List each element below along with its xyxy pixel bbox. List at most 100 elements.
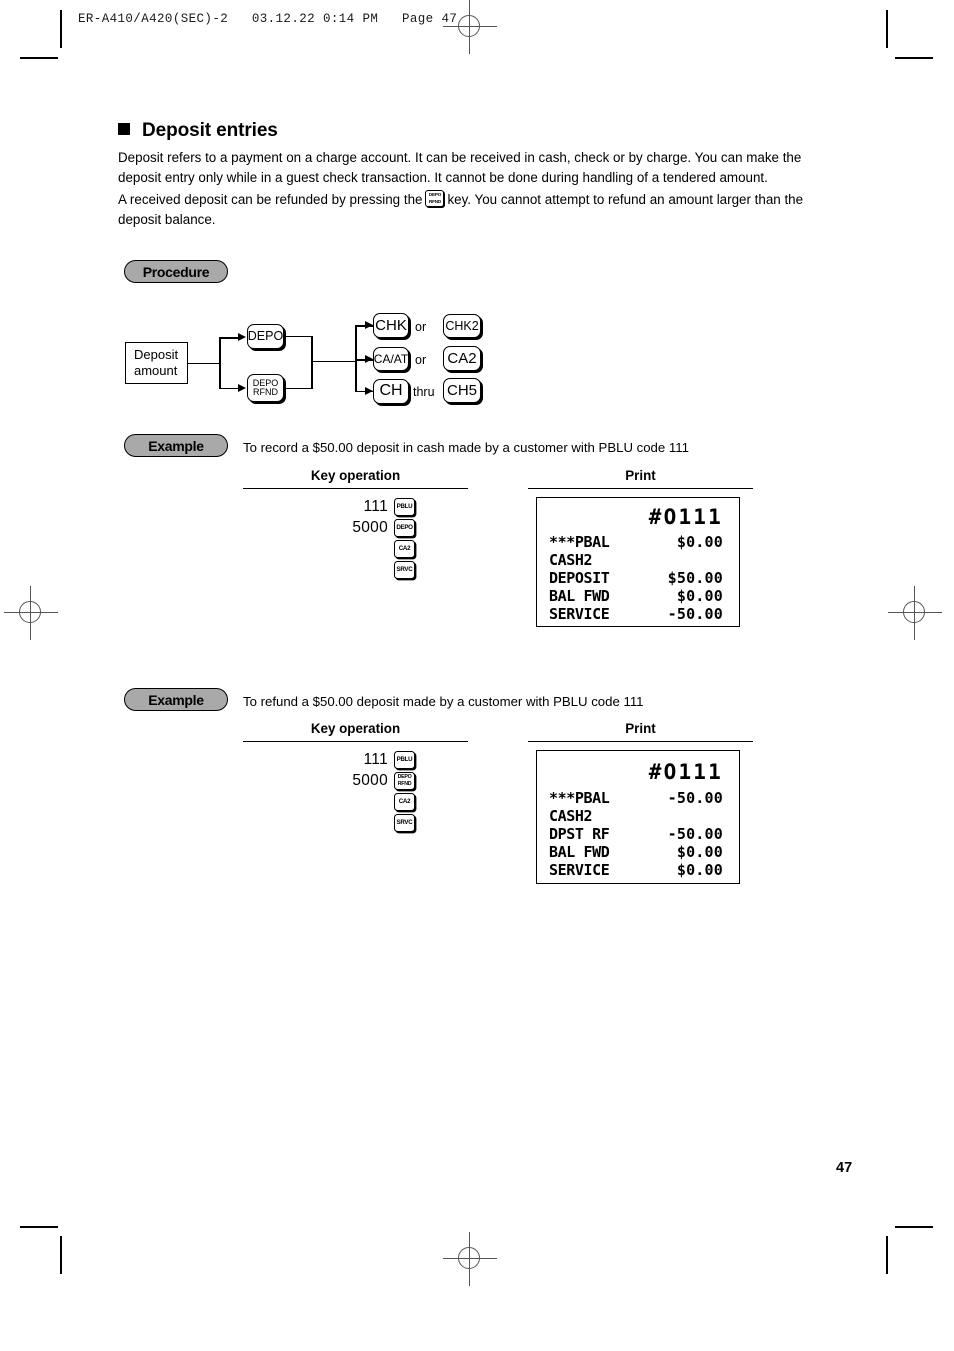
- example-1-key-operation-header: Key operation: [310, 468, 401, 483]
- flow-connector-to-depo: [219, 337, 239, 339]
- crop-mark-bottom-left-horizontal: [20, 1226, 58, 1228]
- flow-key-ca-at: CA/AT: [373, 347, 409, 371]
- flow-connector-to-depo-rfnd: [219, 387, 239, 390]
- example-1-receipt: #O111 ***PBAL $0.00 CASH2 DEPOSIT $50.00…: [536, 497, 740, 627]
- example-1-key-operation-list: 111 PBLU 5000 DEPO CA2 SRVC: [330, 496, 415, 580]
- pblu-key-icon: PBLU: [394, 497, 415, 516]
- srvc-key-icon: SRVC: [394, 560, 415, 579]
- key-operation-row: SRVC: [330, 812, 415, 833]
- page-title-text: Deposit entries: [142, 120, 278, 141]
- example-1-print-header: Print: [625, 468, 656, 483]
- flow-connector-start: [188, 362, 220, 365]
- example-2-badge: Example: [124, 688, 228, 711]
- flow-key-chk2-label: CHK2: [445, 318, 479, 333]
- receipt-line-label: SERVICE: [549, 605, 610, 623]
- flow-start-line2: amount: [134, 363, 178, 378]
- flow-arrow-to-depo-rfnd: [238, 383, 246, 392]
- intro-text: Deposit refers to a payment on a charge …: [118, 148, 840, 229]
- receipt-line-label: ***PBAL: [549, 789, 610, 807]
- receipt-header: #O111: [648, 505, 723, 529]
- srvc-key-line1: SRVC: [396, 819, 413, 826]
- key-operation-row: 5000 DEPO: [330, 517, 415, 538]
- receipt-line: SERVICE $0.00: [537, 861, 739, 882]
- flow-connector-depo-rfnd-out: [286, 387, 312, 390]
- flow-key-ca-at-label: CA/AT: [373, 351, 409, 366]
- example-2-caption: To refund a $50.00 deposit made by a cus…: [243, 694, 644, 709]
- example-2-key-operation-header: Key operation: [310, 721, 401, 736]
- registration-mark-left: [4, 586, 58, 640]
- ca2-key-line1: CA2: [398, 545, 411, 552]
- crop-mark-top-right-horizontal: [895, 57, 933, 59]
- flow-word-thru: thru: [413, 385, 435, 399]
- ca2-key-line1: CA2: [398, 798, 411, 805]
- flow-key-ca2: CA2: [443, 346, 481, 371]
- flow-start-box: Deposit amount: [125, 342, 188, 384]
- receipt-line-label: SERVICE: [549, 861, 610, 879]
- flow-key-chk: CHK: [373, 313, 409, 338]
- flow-arrow-branch-1: [365, 321, 373, 330]
- receipt-line-label: BAL FWD: [549, 843, 610, 861]
- depo-rfnd-key-line2: RFND: [428, 199, 441, 205]
- receipt-line-amount: $0.00: [676, 843, 723, 861]
- flow-word-or-2: or: [415, 353, 427, 367]
- flow-key-chk-label: CHK: [375, 316, 407, 334]
- example-1-key-operation-rule: [243, 488, 468, 490]
- receipt-line-amount: $0.00: [676, 861, 723, 879]
- example-2-print-rule: [528, 741, 753, 743]
- depo-key-line1: DEPO: [396, 524, 413, 531]
- crop-mark-top-left-vertical: [60, 10, 62, 48]
- flow-key-ch5-label: CH5: [446, 381, 477, 399]
- key-operation-number: 111: [363, 750, 388, 768]
- receipt-line-amount: $50.00: [667, 569, 723, 587]
- ca2-key-icon: CA2: [394, 539, 415, 558]
- key-operation-row: 111 PBLU: [330, 749, 415, 770]
- depo-rfnd-key-line1: DEPO: [428, 192, 442, 198]
- flow-key-ch5: CH5: [443, 378, 481, 403]
- crop-mark-top-right-vertical: [886, 10, 888, 48]
- receipt-line-amount: -50.00: [667, 825, 723, 843]
- receipt-line-amount: -50.00: [667, 605, 723, 623]
- receipt-line-label: BAL FWD: [549, 587, 610, 605]
- receipt-line-amount: -50.00: [667, 789, 723, 807]
- paragraph-2: A received deposit can be refunded by pr…: [118, 187, 840, 229]
- manual-page: ER-A410/A420(SEC)-2 03.12.22 0:14 PM Pag…: [0, 0, 954, 1351]
- key-operation-number: 5000: [352, 518, 388, 536]
- receipt-line-amount: $0.00: [676, 533, 723, 551]
- example-1-caption: To record a $50.00 deposit in cash made …: [243, 440, 689, 455]
- flow-connector-merge-out: [311, 360, 356, 363]
- flow-key-depo-rfnd-line2: RFND: [253, 387, 278, 397]
- flow-connector-depo-out: [286, 335, 312, 338]
- receipt-line-label: DEPOSIT: [549, 569, 610, 587]
- key-operation-row: 111 PBLU: [330, 496, 415, 517]
- key-operation-row: SRVC: [330, 559, 415, 580]
- flow-key-depo-rfnd: DEPO RFND: [247, 374, 284, 402]
- flow-arrow-branch-2: [365, 355, 373, 364]
- registration-mark-right: [888, 586, 942, 640]
- ca2-key-icon: CA2: [394, 792, 415, 811]
- paragraph-1: Deposit refers to a payment on a charge …: [118, 150, 802, 185]
- flow-key-depo-line1: DEPO: [247, 329, 284, 344]
- depo-rfnd-key-icon: DEPO RFND: [425, 190, 445, 208]
- key-operation-row: CA2: [330, 791, 415, 812]
- example-2-key-operation-rule: [243, 741, 468, 743]
- flow-key-ca2-label: CA2: [447, 349, 477, 367]
- flow-connector-split-vertical: [219, 337, 221, 389]
- example-2-receipt: #O111 ***PBAL -50.00 CASH2 DPST RF -50.0…: [536, 750, 740, 884]
- crop-mark-top-left-horizontal: [20, 57, 58, 59]
- example-1-print-rule: [528, 488, 753, 490]
- receipt-line-label: ***PBAL: [549, 533, 610, 551]
- example-2-key-operation-list: 111 PBLU 5000 DEPO RFND CA2 SRVC: [330, 749, 415, 833]
- example-2-print-header: Print: [625, 721, 656, 736]
- receipt-line-label: CASH2: [549, 807, 593, 825]
- receipt-line-label: CASH2: [549, 551, 593, 569]
- flow-word-or-1: or: [415, 320, 427, 334]
- crop-mark-bottom-right-vertical: [886, 1236, 888, 1274]
- pblu-key-line1: PBLU: [396, 503, 413, 510]
- receipt-line-label: DPST RF: [549, 825, 610, 843]
- flow-arrow-branch-3: [365, 386, 373, 395]
- flow-key-ch-label: CH: [379, 382, 403, 400]
- key-operation-row: 5000 DEPO RFND: [330, 770, 415, 791]
- paragraph-2-before: A received deposit can be refunded by pr…: [118, 192, 423, 208]
- crop-mark-bottom-right-horizontal: [895, 1226, 933, 1228]
- flow-key-ch: CH: [373, 379, 409, 404]
